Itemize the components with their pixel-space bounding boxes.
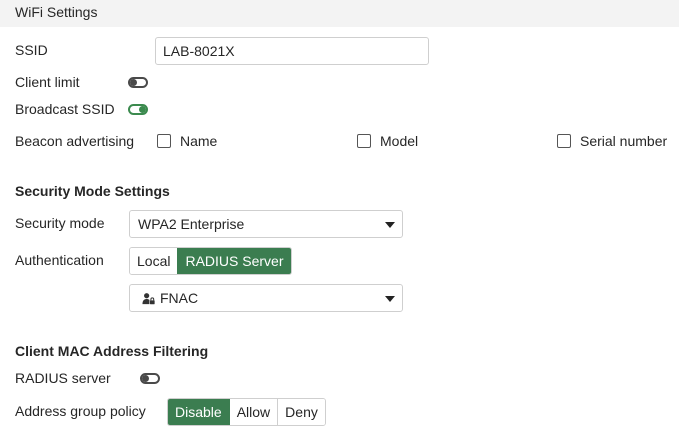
ssid-input[interactable] bbox=[155, 37, 429, 65]
authentication-label: Authentication bbox=[15, 252, 104, 268]
beacon-name-label: Name bbox=[180, 133, 218, 149]
policy-deny-option[interactable]: Deny bbox=[277, 399, 325, 425]
policy-disable-option[interactable]: Disable bbox=[168, 399, 229, 425]
policy-allow-option[interactable]: Allow bbox=[228, 399, 278, 425]
caret-down-icon bbox=[385, 222, 395, 228]
authentication-toggle-group: Local RADIUS Server bbox=[129, 247, 292, 275]
ssid-label: SSID bbox=[15, 42, 48, 58]
client-limit-toggle[interactable] bbox=[128, 77, 148, 88]
address-group-policy-toggle-group: Disable Allow Deny bbox=[167, 398, 326, 426]
broadcast-ssid-label: Broadcast SSID bbox=[15, 101, 115, 117]
wifi-settings-title: WiFi Settings bbox=[15, 4, 98, 20]
beacon-serial-number-label: Serial number bbox=[580, 133, 668, 149]
beacon-advertising-label: Beacon advertising bbox=[15, 133, 135, 149]
toggle-knob bbox=[130, 79, 137, 86]
wifi-settings-header: WiFi Settings bbox=[0, 0, 679, 27]
security-mode-value: WPA2 Enterprise bbox=[138, 216, 245, 232]
beacon-serial-number-checkbox[interactable] bbox=[557, 134, 571, 148]
beacon-name-checkbox[interactable] bbox=[157, 134, 171, 148]
beacon-model-checkbox[interactable] bbox=[357, 134, 371, 148]
toggle-knob bbox=[139, 106, 146, 113]
mac-radius-server-toggle[interactable] bbox=[140, 373, 160, 384]
beacon-model-label: Model bbox=[380, 133, 419, 149]
client-mac-filtering-title: Client MAC Address Filtering bbox=[15, 343, 209, 359]
address-group-policy-label: Address group policy bbox=[15, 403, 146, 419]
client-limit-label: Client limit bbox=[15, 74, 80, 90]
radius-server-select[interactable]: FNAC bbox=[129, 284, 403, 312]
caret-down-icon bbox=[385, 296, 395, 302]
security-mode-select[interactable]: WPA2 Enterprise bbox=[129, 210, 403, 238]
broadcast-ssid-toggle[interactable] bbox=[128, 104, 148, 115]
security-mode-label: Security mode bbox=[15, 215, 105, 231]
radius-server-value: FNAC bbox=[160, 290, 199, 306]
user-lock-icon bbox=[142, 293, 155, 305]
toggle-knob bbox=[142, 375, 149, 382]
authentication-radius-server-option[interactable]: RADIUS Server bbox=[177, 248, 291, 274]
mac-radius-server-label: RADIUS server bbox=[15, 370, 111, 386]
security-mode-settings-title: Security Mode Settings bbox=[15, 183, 170, 199]
authentication-local-option[interactable]: Local bbox=[130, 248, 178, 274]
